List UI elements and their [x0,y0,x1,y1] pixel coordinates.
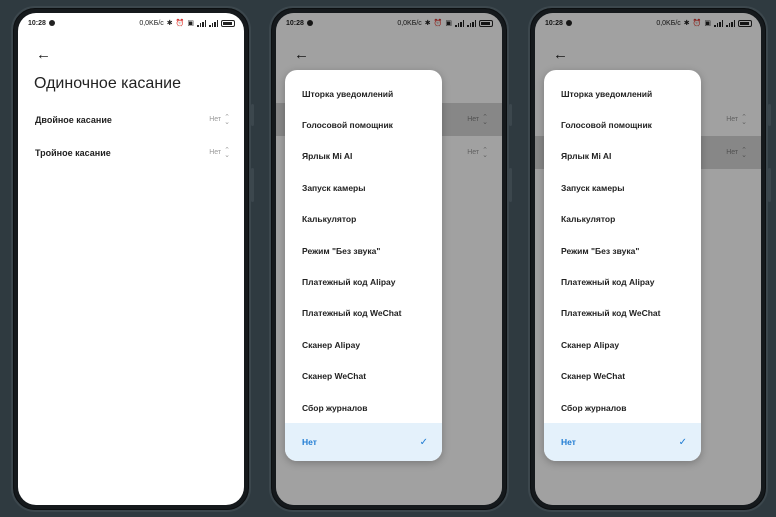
volume-button [768,104,771,126]
status-time: 10:28 [28,19,46,27]
phone-screen: 10:28 0,0KБ/с ✱ ⏰ ▣ ← Одиночное касание … [535,13,761,505]
chevron-updown-icon: ⌃ ⌄ [224,113,230,126]
dropdown-option[interactable]: Режим "Без звука" [544,235,701,266]
selected-option-label: Нет [302,437,317,448]
dropdown-option[interactable]: Ярлык Mi AI [544,141,701,172]
options-dropdown: Шторка уведомлений Голосовой помощник Яр… [285,70,442,461]
battery-icon [221,19,235,27]
alarm-icon: ⏰ [175,19,185,27]
phone-screen: 10:28 0,0KБ/с ✱ ⏰ ▣ ← Одиночное касание … [18,13,244,505]
setting-value: Нет [209,149,222,156]
dropdown-option[interactable]: Калькулятор [285,204,442,235]
dropdown-option[interactable]: Сбор журналов [544,392,701,423]
setting-label: Тройное касание [35,147,111,158]
signal-icon [197,19,206,27]
page-title: Одиночное касание [34,75,181,92]
phone-frame-1: 10:28 0,0KБ/с ✱ ⏰ ▣ ← Одиночное касание … [11,6,254,512]
dropdown-option[interactable]: Платежный код Alipay [285,266,442,297]
power-button [251,168,254,202]
bluetooth-icon: ✱ [166,19,173,27]
nfc-icon: ▣ [187,19,194,27]
dropdown-option-selected[interactable]: Нет ✓ [285,423,442,461]
dropdown-option[interactable]: Ярлык Mi AI [285,141,442,172]
dropdown-option[interactable]: Сканер Alipay [285,329,442,360]
selected-option-label: Нет [561,437,576,448]
notification-dot-icon [48,20,55,26]
volume-button [509,104,512,126]
dropdown-option[interactable]: Запуск камеры [285,172,442,203]
dropdown-option[interactable]: Запуск камеры [544,172,701,203]
setting-row-triple-tap[interactable]: Тройное касание Нет ⌃⌄ [18,136,244,169]
dropdown-option[interactable]: Голосовой помощник [544,109,701,140]
dropdown-option[interactable]: Сбор журналов [285,392,442,423]
setting-value: Нет [209,116,222,123]
dropdown-option[interactable]: Платежный код WeChat [285,298,442,329]
network-speed: 0,0KБ/с [139,19,164,27]
dropdown-option[interactable]: Голосовой помощник [285,109,442,140]
dropdown-option[interactable]: Сканер Alipay [544,329,701,360]
phone-frame-3: 10:28 0,0KБ/с ✱ ⏰ ▣ ← Одиночное касание … [528,6,771,512]
dropdown-option[interactable]: Шторка уведомлений [544,78,701,109]
power-button [509,168,512,202]
dropdown-option[interactable]: Шторка уведомлений [285,78,442,109]
dropdown-option[interactable]: Калькулятор [544,204,701,235]
phone-screen: 10:28 0,0KБ/с ✱ ⏰ ▣ ← Одиночное касание … [276,13,502,505]
chevron-updown-icon: ⌃ ⌄ [224,146,230,159]
setting-row-double-tap[interactable]: Двойное касание Нет ⌃⌄ [18,103,244,136]
dropdown-option[interactable]: Сканер WeChat [544,361,701,392]
power-button [768,168,771,202]
dropdown-option-selected[interactable]: Нет ✓ [544,423,701,461]
status-bar: 10:28 0,0KБ/с ✱ ⏰ ▣ [18,13,244,33]
phone-frame-2: 10:28 0,0KБ/с ✱ ⏰ ▣ ← Одиночное касание … [269,6,512,512]
checkmark-icon: ✓ [419,436,428,448]
dropdown-option[interactable]: Режим "Без звука" [285,235,442,266]
checkmark-icon: ✓ [678,436,687,448]
dropdown-option[interactable]: Платежный код WeChat [544,298,701,329]
back-arrow-icon[interactable]: ← [36,47,51,62]
signal-icon-2 [209,19,218,27]
dropdown-option[interactable]: Платежный код Alipay [544,266,701,297]
setting-label: Двойное касание [35,114,112,125]
volume-button [251,104,254,126]
dropdown-option[interactable]: Сканер WeChat [285,361,442,392]
options-dropdown: Шторка уведомлений Голосовой помощник Яр… [544,70,701,461]
